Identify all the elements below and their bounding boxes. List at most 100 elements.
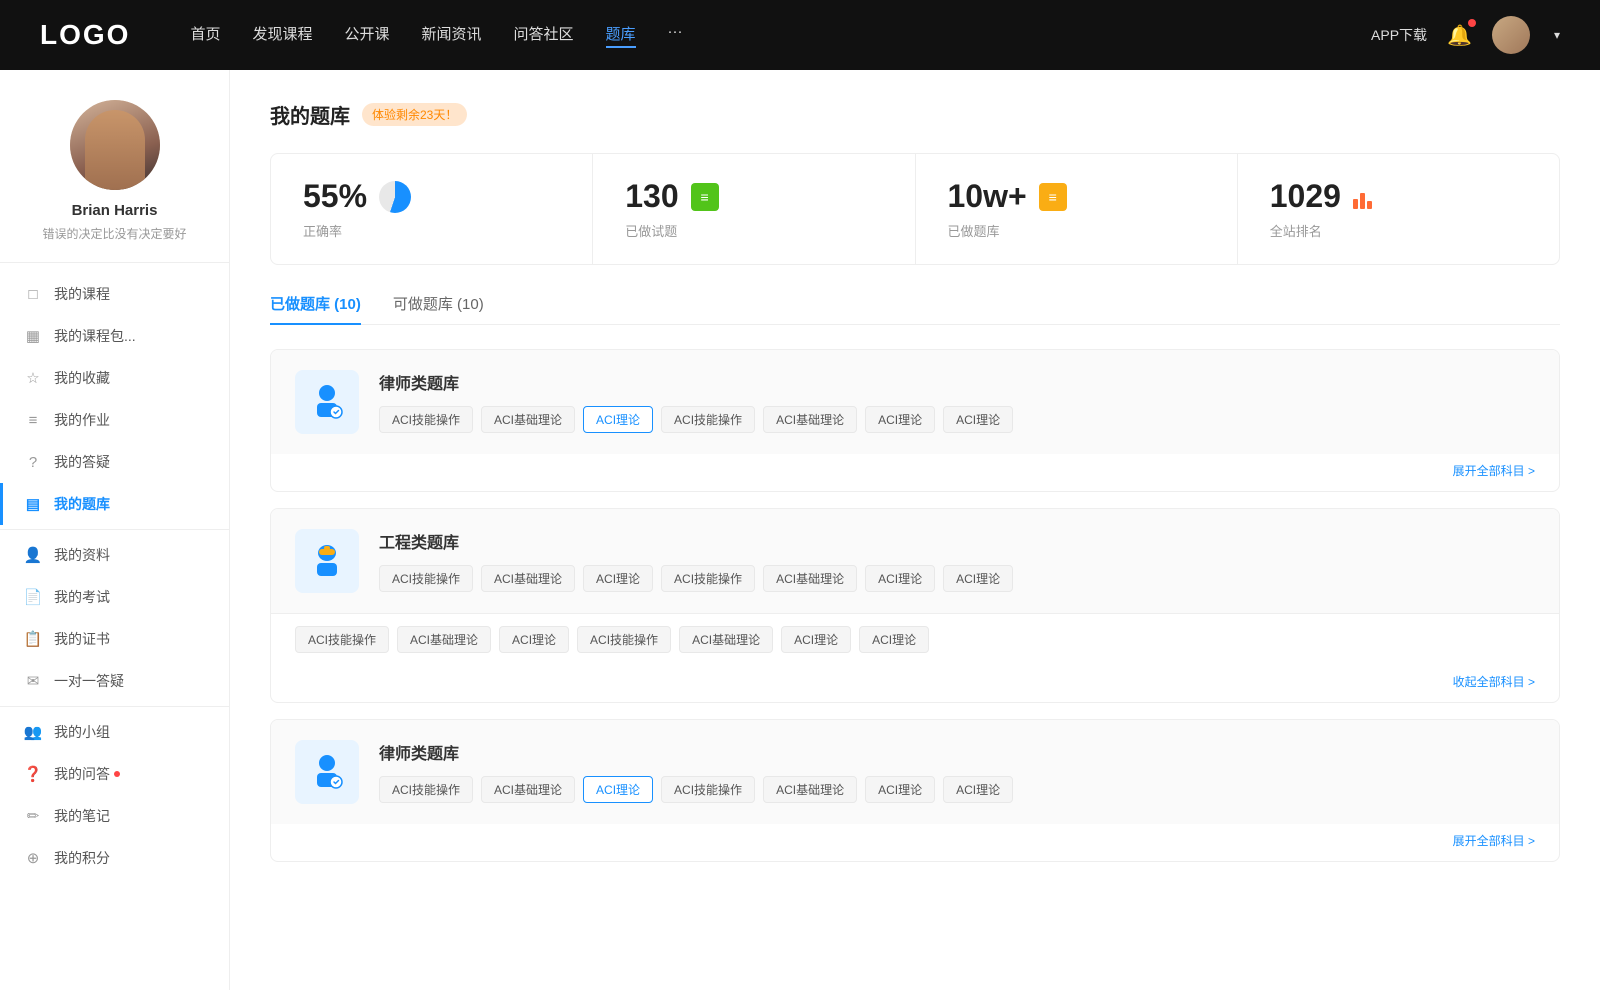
sidebar-item-label-profile: 我的资料 [54,545,110,565]
nav-link-discover[interactable]: 发现课程 [252,23,312,48]
bank-tag[interactable]: ACI基础理论 [397,626,491,653]
bank-expand-engineer[interactable]: 收起全部科目 > [271,665,1559,702]
sidebar-divider-1 [0,529,229,530]
sidebar-profile: Brian Harris 错误的决定比没有决定要好 [0,100,229,263]
bank-tag[interactable]: ACI理论 [865,406,935,433]
tab-available[interactable]: 可做题库 (10) [393,293,484,324]
tab-done[interactable]: 已做题库 (10) [270,293,361,324]
sidebar-item-homework[interactable]: ≡ 我的作业 [0,399,229,441]
bell-icon: 🔔 [1447,25,1472,47]
bank-name-lawyer2: 律师类题库 [379,740,1535,764]
nav-link-qa[interactable]: 问答社区 [514,23,574,48]
bank-icon-engineer [295,529,359,593]
bank-tag[interactable]: ACI基础理论 [481,406,575,433]
navbar-dropdown-icon[interactable]: ▾ [1554,28,1560,42]
navbar-avatar[interactable] [1492,16,1530,54]
trial-badge: 体验剩余23天！ [362,103,467,126]
bank-tag[interactable]: ACI理论 [583,565,653,592]
bank-tags-lawyer2: ACI技能操作 ACI基础理论 ACI理论 ACI技能操作 ACI基础理论 AC… [379,776,1535,803]
navbar-bell[interactable]: 🔔 [1447,23,1472,48]
bank-expand-lawyer1[interactable]: 展开全部科目 > [271,454,1559,491]
points-icon: ⊕ [24,849,42,867]
sidebar-item-myquestions[interactable]: ❓ 我的问答 [0,753,229,795]
bank-tag[interactable]: ACI技能操作 [295,626,389,653]
bank-tag-selected[interactable]: ACI理论 [583,406,653,433]
sidebar-item-label-homework: 我的作业 [54,410,110,430]
bank-tag[interactable]: ACI技能操作 [379,565,473,592]
engineer-icon [305,539,349,583]
stat-label-banks: 已做题库 [948,221,1205,240]
sidebar-motto: 错误的决定比没有决定要好 [42,225,186,242]
bank-tag[interactable]: ACI理论 [499,626,569,653]
bank-tag[interactable]: ACI技能操作 [379,406,473,433]
bank-tag[interactable]: ACI基础理论 [763,565,857,592]
bar-chart-icon [1353,185,1372,209]
bank-tag[interactable]: ACI技能操作 [379,776,473,803]
sidebar-item-label-qa: 我的答疑 [54,452,110,472]
bank-tag[interactable]: ACI技能操作 [577,626,671,653]
bank-tag-selected[interactable]: ACI理论 [583,776,653,803]
bank-expand-lawyer2[interactable]: 展开全部科目 > [271,824,1559,861]
group-icon: 👥 [24,723,42,741]
sidebar-item-course[interactable]: □ 我的课程 [0,273,229,315]
bank-tag[interactable]: ACI基础理论 [481,776,575,803]
bank-tag[interactable]: ACI基础理论 [763,406,857,433]
sidebar-item-group[interactable]: 👥 我的小组 [0,711,229,753]
bank-tag[interactable]: ACI技能操作 [661,406,755,433]
tabs-row: 已做题库 (10) 可做题库 (10) [270,293,1560,325]
bank-tag[interactable]: ACI理论 [865,565,935,592]
bank-tag[interactable]: ACI理论 [859,626,929,653]
page-header: 我的题库 体验剩余23天！ [270,100,1560,129]
sidebar-item-exam[interactable]: 📄 我的考试 [0,576,229,618]
stat-value-questions: 130 [625,178,678,215]
notes-icon: ✏ [24,807,42,825]
bank-tag[interactable]: ACI基础理论 [679,626,773,653]
navbar-right: APP下载 🔔 ▾ [1371,16,1560,54]
bank-tag[interactable]: ACI基础理论 [763,776,857,803]
bank-header-engineer: 工程类题库 ACI技能操作 ACI基础理论 ACI理论 ACI技能操作 ACI基… [271,509,1559,613]
stat-value-rank: 1029 [1270,178,1341,215]
navbar-logo[interactable]: LOGO [40,19,130,51]
bank-info-engineer: 工程类题库 ACI技能操作 ACI基础理论 ACI理论 ACI技能操作 ACI基… [379,529,1535,592]
navbar-app-download[interactable]: APP下载 [1371,25,1427,45]
questions-dot [114,771,120,777]
sidebar-item-label-favorites: 我的收藏 [54,368,110,388]
list-orange-icon: ≡ [1039,183,1067,211]
bank-info-lawyer2: 律师类题库 ACI技能操作 ACI基础理论 ACI理论 ACI技能操作 ACI基… [379,740,1535,803]
sidebar-item-questionbank[interactable]: ▤ 我的题库 [0,483,229,525]
sidebar-item-favorites[interactable]: ☆ 我的收藏 [0,357,229,399]
nav-link-news[interactable]: 新闻资讯 [422,23,482,48]
favorites-icon: ☆ [24,369,42,387]
bank-tags-lawyer1: ACI技能操作 ACI基础理论 ACI理论 ACI技能操作 ACI基础理论 AC… [379,406,1535,433]
nav-link-home[interactable]: 首页 [190,23,220,48]
bank-tag[interactable]: ACI理论 [781,626,851,653]
sidebar-item-label-oneonone: 一对一答疑 [54,671,124,691]
stat-value-banks: 10w+ [948,178,1027,215]
stat-label-accuracy: 正确率 [303,221,560,240]
bank-tag[interactable]: ACI技能操作 [661,565,755,592]
sidebar-item-profile[interactable]: 👤 我的资料 [0,534,229,576]
stat-label-questions: 已做试题 [625,221,882,240]
bank-tag[interactable]: ACI理论 [865,776,935,803]
bank-tag[interactable]: ACI理论 [943,565,1013,592]
sidebar-item-label-exam: 我的考试 [54,587,110,607]
bank-tag[interactable]: ACI技能操作 [661,776,755,803]
nav-link-questionbank[interactable]: 题库 [606,23,636,48]
sidebar-username: Brian Harris [72,202,158,219]
bank-tag[interactable]: ACI基础理论 [481,565,575,592]
sidebar-item-notes[interactable]: ✏ 我的笔记 [0,795,229,837]
sidebar-item-label-myquestions: 我的问答 [54,764,110,784]
nav-link-more[interactable]: ··· [668,23,683,48]
bank-tag[interactable]: ACI理论 [943,406,1013,433]
stat-card-rank: 1029 全站排名 [1238,154,1559,264]
stat-value-accuracy: 55% [303,178,367,215]
sidebar-item-oneonone[interactable]: ✉ 一对一答疑 [0,660,229,702]
nav-link-opencourse[interactable]: 公开课 [344,23,389,48]
sidebar-item-certificate[interactable]: 📋 我的证书 [0,618,229,660]
sidebar-item-points[interactable]: ⊕ 我的积分 [0,837,229,879]
avatar-image [70,100,160,190]
bank-tag[interactable]: ACI理论 [943,776,1013,803]
main-content: 我的题库 体验剩余23天！ 55% 正确率 130 ≡ 已做试题 [230,70,1600,990]
sidebar-item-coursepack[interactable]: ▦ 我的课程包... [0,315,229,357]
sidebar-item-qa[interactable]: ? 我的答疑 [0,441,229,483]
